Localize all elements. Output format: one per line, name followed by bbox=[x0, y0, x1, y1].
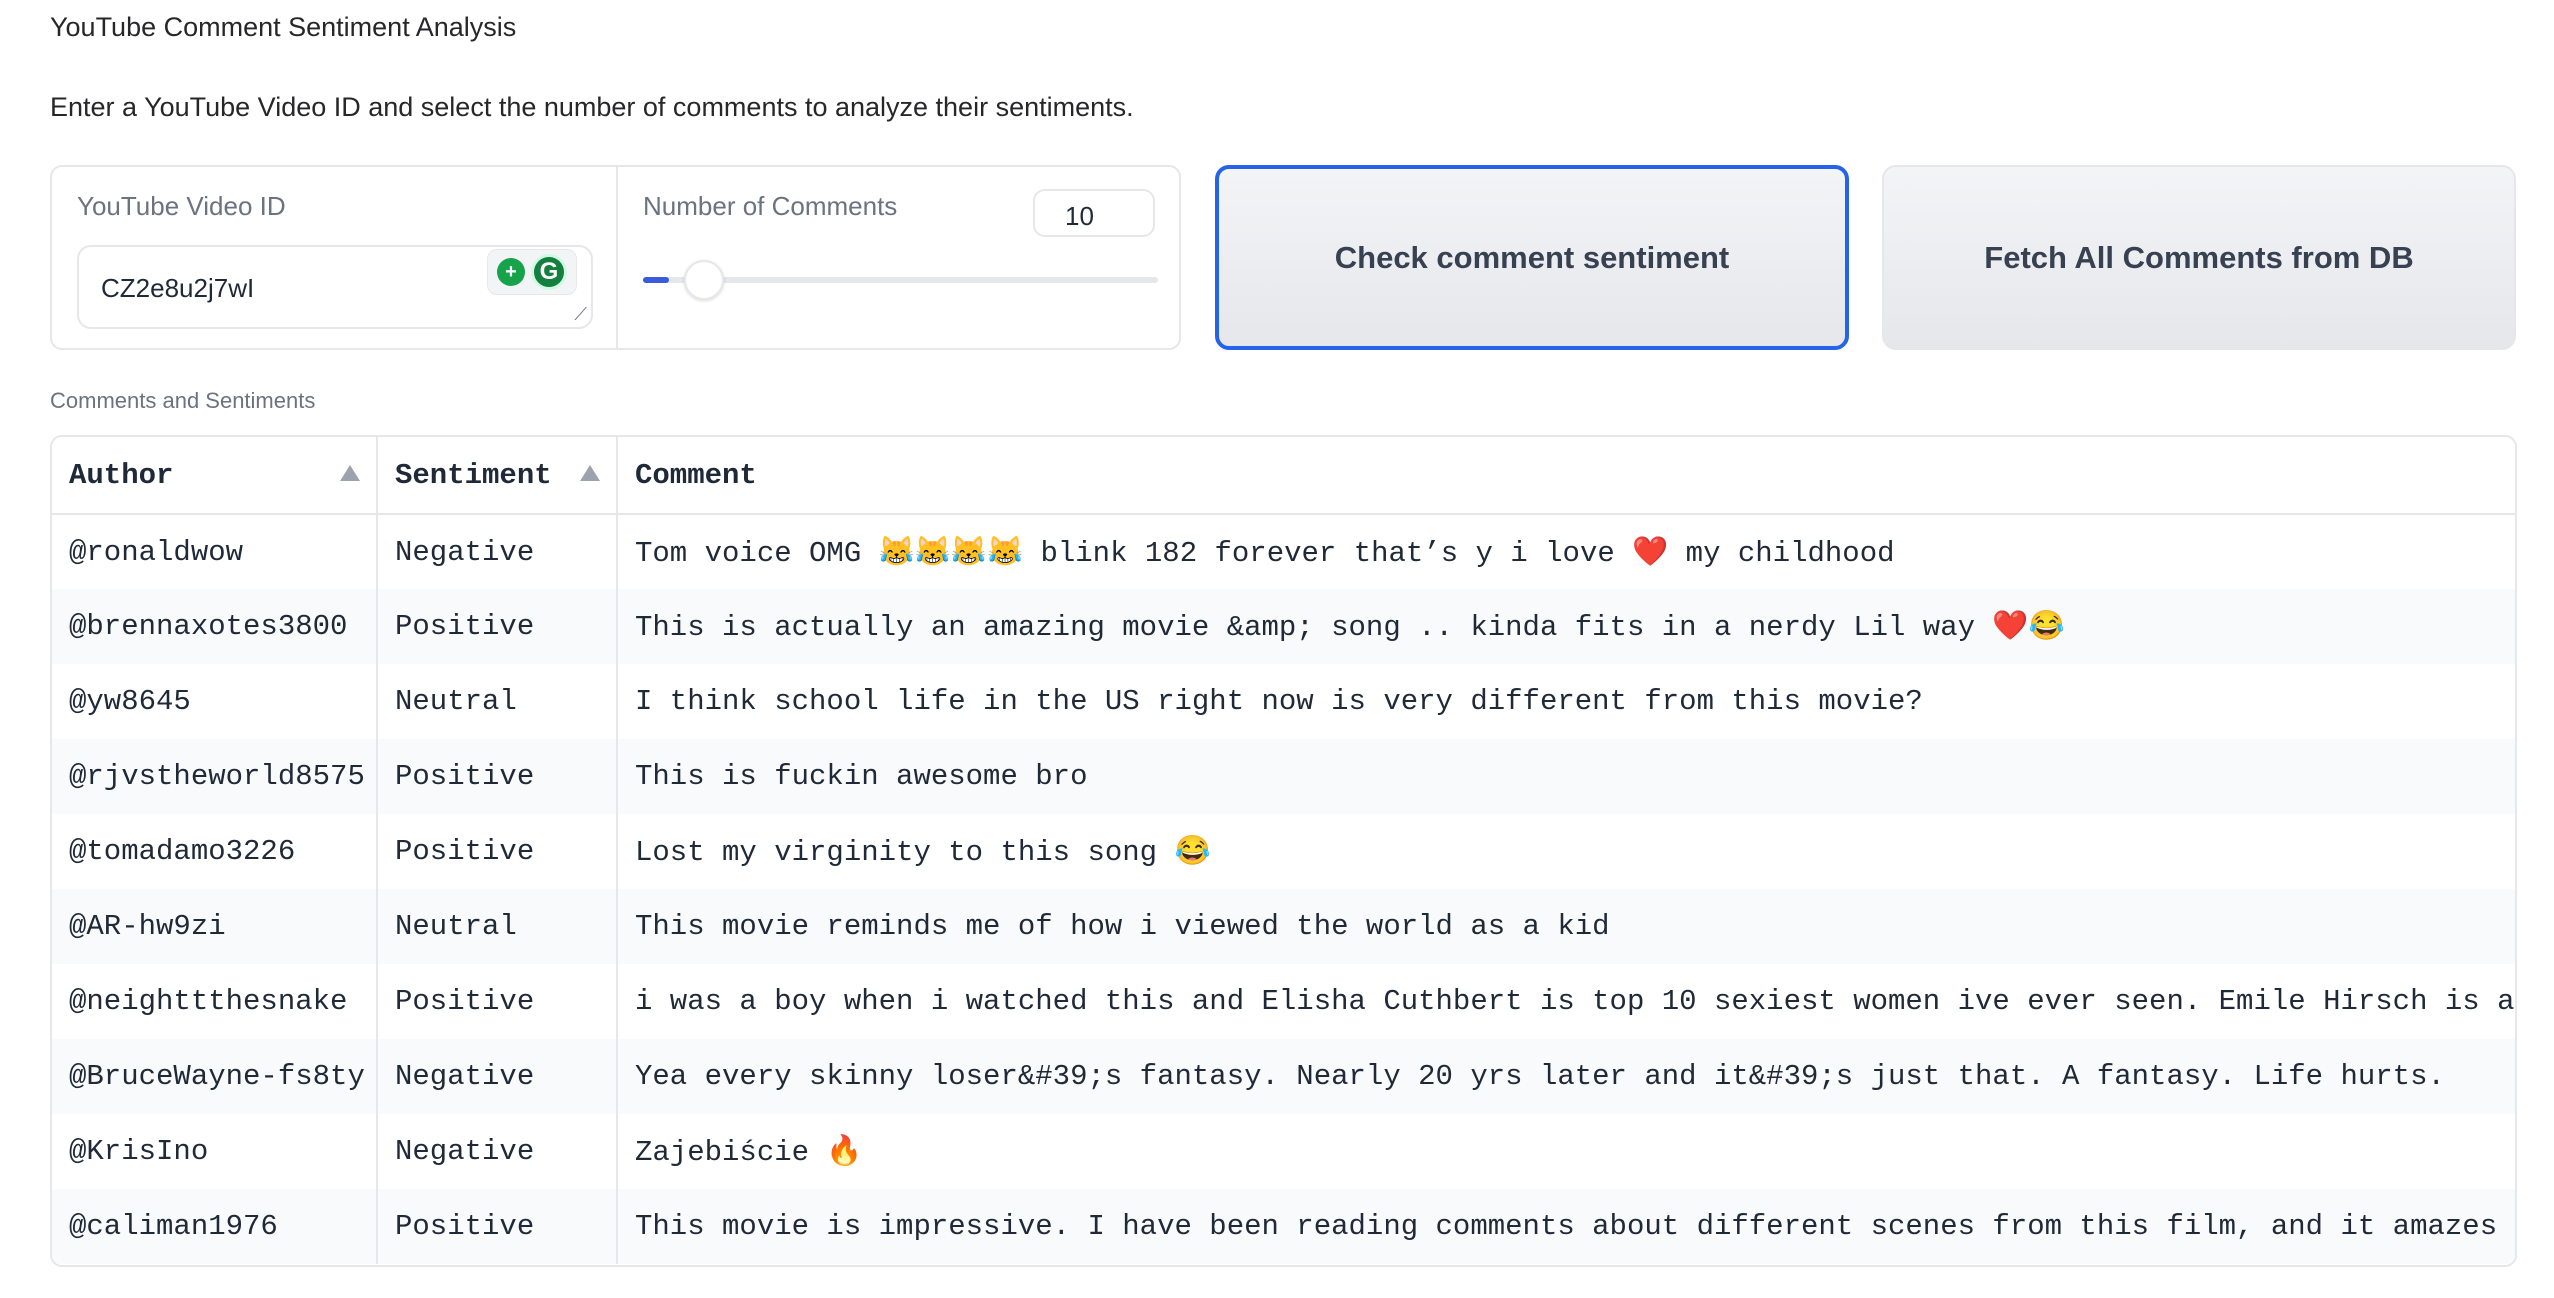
table-row: @ronaldwow Negative Tom voice OMG 😹😹😹😹 b… bbox=[52, 514, 2515, 589]
input-panel: YouTube Video ID CZ2e8u2j7wI + G ⟋ Numbe… bbox=[50, 165, 1181, 350]
cell-comment[interactable]: This is actually an amazing movie &amp; … bbox=[616, 589, 2515, 664]
column-header-label: Author bbox=[69, 458, 174, 492]
sort-icon[interactable] bbox=[340, 465, 360, 481]
table-row: @brennaxotes3800 Positive This is actual… bbox=[52, 589, 2515, 664]
video-id-label: YouTube Video ID bbox=[77, 191, 286, 221]
check-sentiment-button[interactable]: Check comment sentiment bbox=[1215, 165, 1849, 350]
fetch-comments-button[interactable]: Fetch All Comments from DB bbox=[1882, 165, 2516, 350]
slider-thumb[interactable] bbox=[683, 260, 724, 300]
cell-comment[interactable]: Zajebiście 🔥 bbox=[616, 1114, 2515, 1189]
table-row: @neighttthesnake Positive i was a boy wh… bbox=[52, 964, 2515, 1039]
cell-author[interactable]: @tomadamo3226 bbox=[52, 814, 377, 889]
cell-sentiment[interactable]: Neutral bbox=[376, 889, 617, 964]
column-header-label: Sentiment bbox=[395, 458, 552, 492]
resize-handle-icon[interactable]: ⟋ bbox=[574, 304, 587, 325]
cell-sentiment[interactable]: Neutral bbox=[376, 664, 617, 739]
column-header-comment[interactable]: Comment bbox=[616, 437, 2515, 515]
table-row: @rjvstheworld8575 Positive This is fucki… bbox=[52, 739, 2515, 814]
cell-sentiment[interactable]: Negative bbox=[376, 1039, 617, 1114]
app-description: Enter a YouTube Video ID and select the … bbox=[50, 92, 1134, 122]
cell-comment[interactable]: This is fuckin awesome bro bbox=[616, 739, 2515, 814]
cell-sentiment[interactable]: Negative bbox=[376, 514, 617, 589]
cell-sentiment[interactable]: Positive bbox=[376, 589, 617, 664]
cell-sentiment[interactable]: Positive bbox=[376, 1189, 617, 1264]
column-header-author[interactable]: Author bbox=[52, 437, 377, 515]
cell-author[interactable]: @ronaldwow bbox=[52, 514, 377, 589]
page: YouTube Comment Sentiment Analysis Enter… bbox=[0, 0, 2554, 1298]
cell-comment[interactable]: I think school life in the US right now … bbox=[616, 664, 2515, 739]
table-row: @KrisIno Negative Zajebiście 🔥 bbox=[52, 1114, 2515, 1189]
cell-comment[interactable]: Lost my virginity to this song 😂 bbox=[616, 814, 2515, 889]
cell-author[interactable]: @AR-hw9zi bbox=[52, 889, 377, 964]
lightbulb-icon[interactable]: + bbox=[497, 258, 525, 286]
table-row: @caliman1976 Positive This movie is impr… bbox=[52, 1189, 2515, 1264]
video-id-textarea[interactable]: CZ2e8u2j7wI + G ⟋ bbox=[77, 245, 593, 329]
video-id-field: YouTube Video ID CZ2e8u2j7wI + G ⟋ bbox=[52, 167, 618, 348]
table-row: @BruceWayne-fs8ty Negative Yea every ski… bbox=[52, 1039, 2515, 1114]
results-label: Comments and Sentiments bbox=[50, 388, 316, 413]
table-row: @yw8645 Neutral I think school life in t… bbox=[52, 664, 2515, 739]
table-row: @AR-hw9zi Neutral This movie reminds me … bbox=[52, 889, 2515, 964]
cell-sentiment[interactable]: Positive bbox=[376, 814, 617, 889]
table-header-row: Author Sentiment Comment bbox=[52, 437, 2515, 515]
column-header-sentiment[interactable]: Sentiment bbox=[376, 437, 617, 515]
column-header-label: Comment bbox=[635, 458, 757, 492]
cell-author[interactable]: @BruceWayne-fs8ty bbox=[52, 1039, 377, 1114]
grammarly-widget[interactable]: + G bbox=[487, 249, 577, 295]
table-row: @tomadamo3226 Positive Lost my virginity… bbox=[52, 814, 2515, 889]
cell-comment[interactable]: This movie reminds me of how i viewed th… bbox=[616, 889, 2515, 964]
cell-comment[interactable]: Yea every skinny loser&#39;s fantasy. Ne… bbox=[616, 1039, 2515, 1114]
sort-icon[interactable] bbox=[580, 465, 600, 481]
grammarly-icon[interactable]: G bbox=[531, 254, 567, 290]
cell-author[interactable]: @neighttthesnake bbox=[52, 964, 377, 1039]
cell-author[interactable]: @brennaxotes3800 bbox=[52, 589, 377, 664]
num-comments-field: Number of Comments 10 bbox=[618, 167, 1179, 348]
cell-author[interactable]: @caliman1976 bbox=[52, 1189, 377, 1264]
num-comments-input[interactable]: 10 bbox=[1033, 189, 1155, 237]
cell-author[interactable]: @yw8645 bbox=[52, 664, 377, 739]
cell-comment[interactable]: This movie is impressive. I have been re… bbox=[616, 1189, 2515, 1264]
video-id-value: CZ2e8u2j7wI bbox=[101, 273, 255, 303]
cell-author[interactable]: @KrisIno bbox=[52, 1114, 377, 1189]
slider-fill bbox=[643, 277, 669, 283]
results-table: Author Sentiment Comment @ronaldwow Nega… bbox=[50, 435, 2517, 1267]
num-comments-slider[interactable] bbox=[643, 260, 1158, 300]
cell-sentiment[interactable]: Positive bbox=[376, 964, 617, 1039]
cell-comment[interactable]: i was a boy when i watched this and Elis… bbox=[616, 964, 2515, 1039]
cell-sentiment[interactable]: Negative bbox=[376, 1114, 617, 1189]
cell-author[interactable]: @rjvstheworld8575 bbox=[52, 739, 377, 814]
cell-sentiment[interactable]: Positive bbox=[376, 739, 617, 814]
app-title: YouTube Comment Sentiment Analysis bbox=[50, 12, 517, 42]
cell-comment[interactable]: Tom voice OMG 😹😹😹😹 blink 182 forever tha… bbox=[616, 514, 2515, 589]
